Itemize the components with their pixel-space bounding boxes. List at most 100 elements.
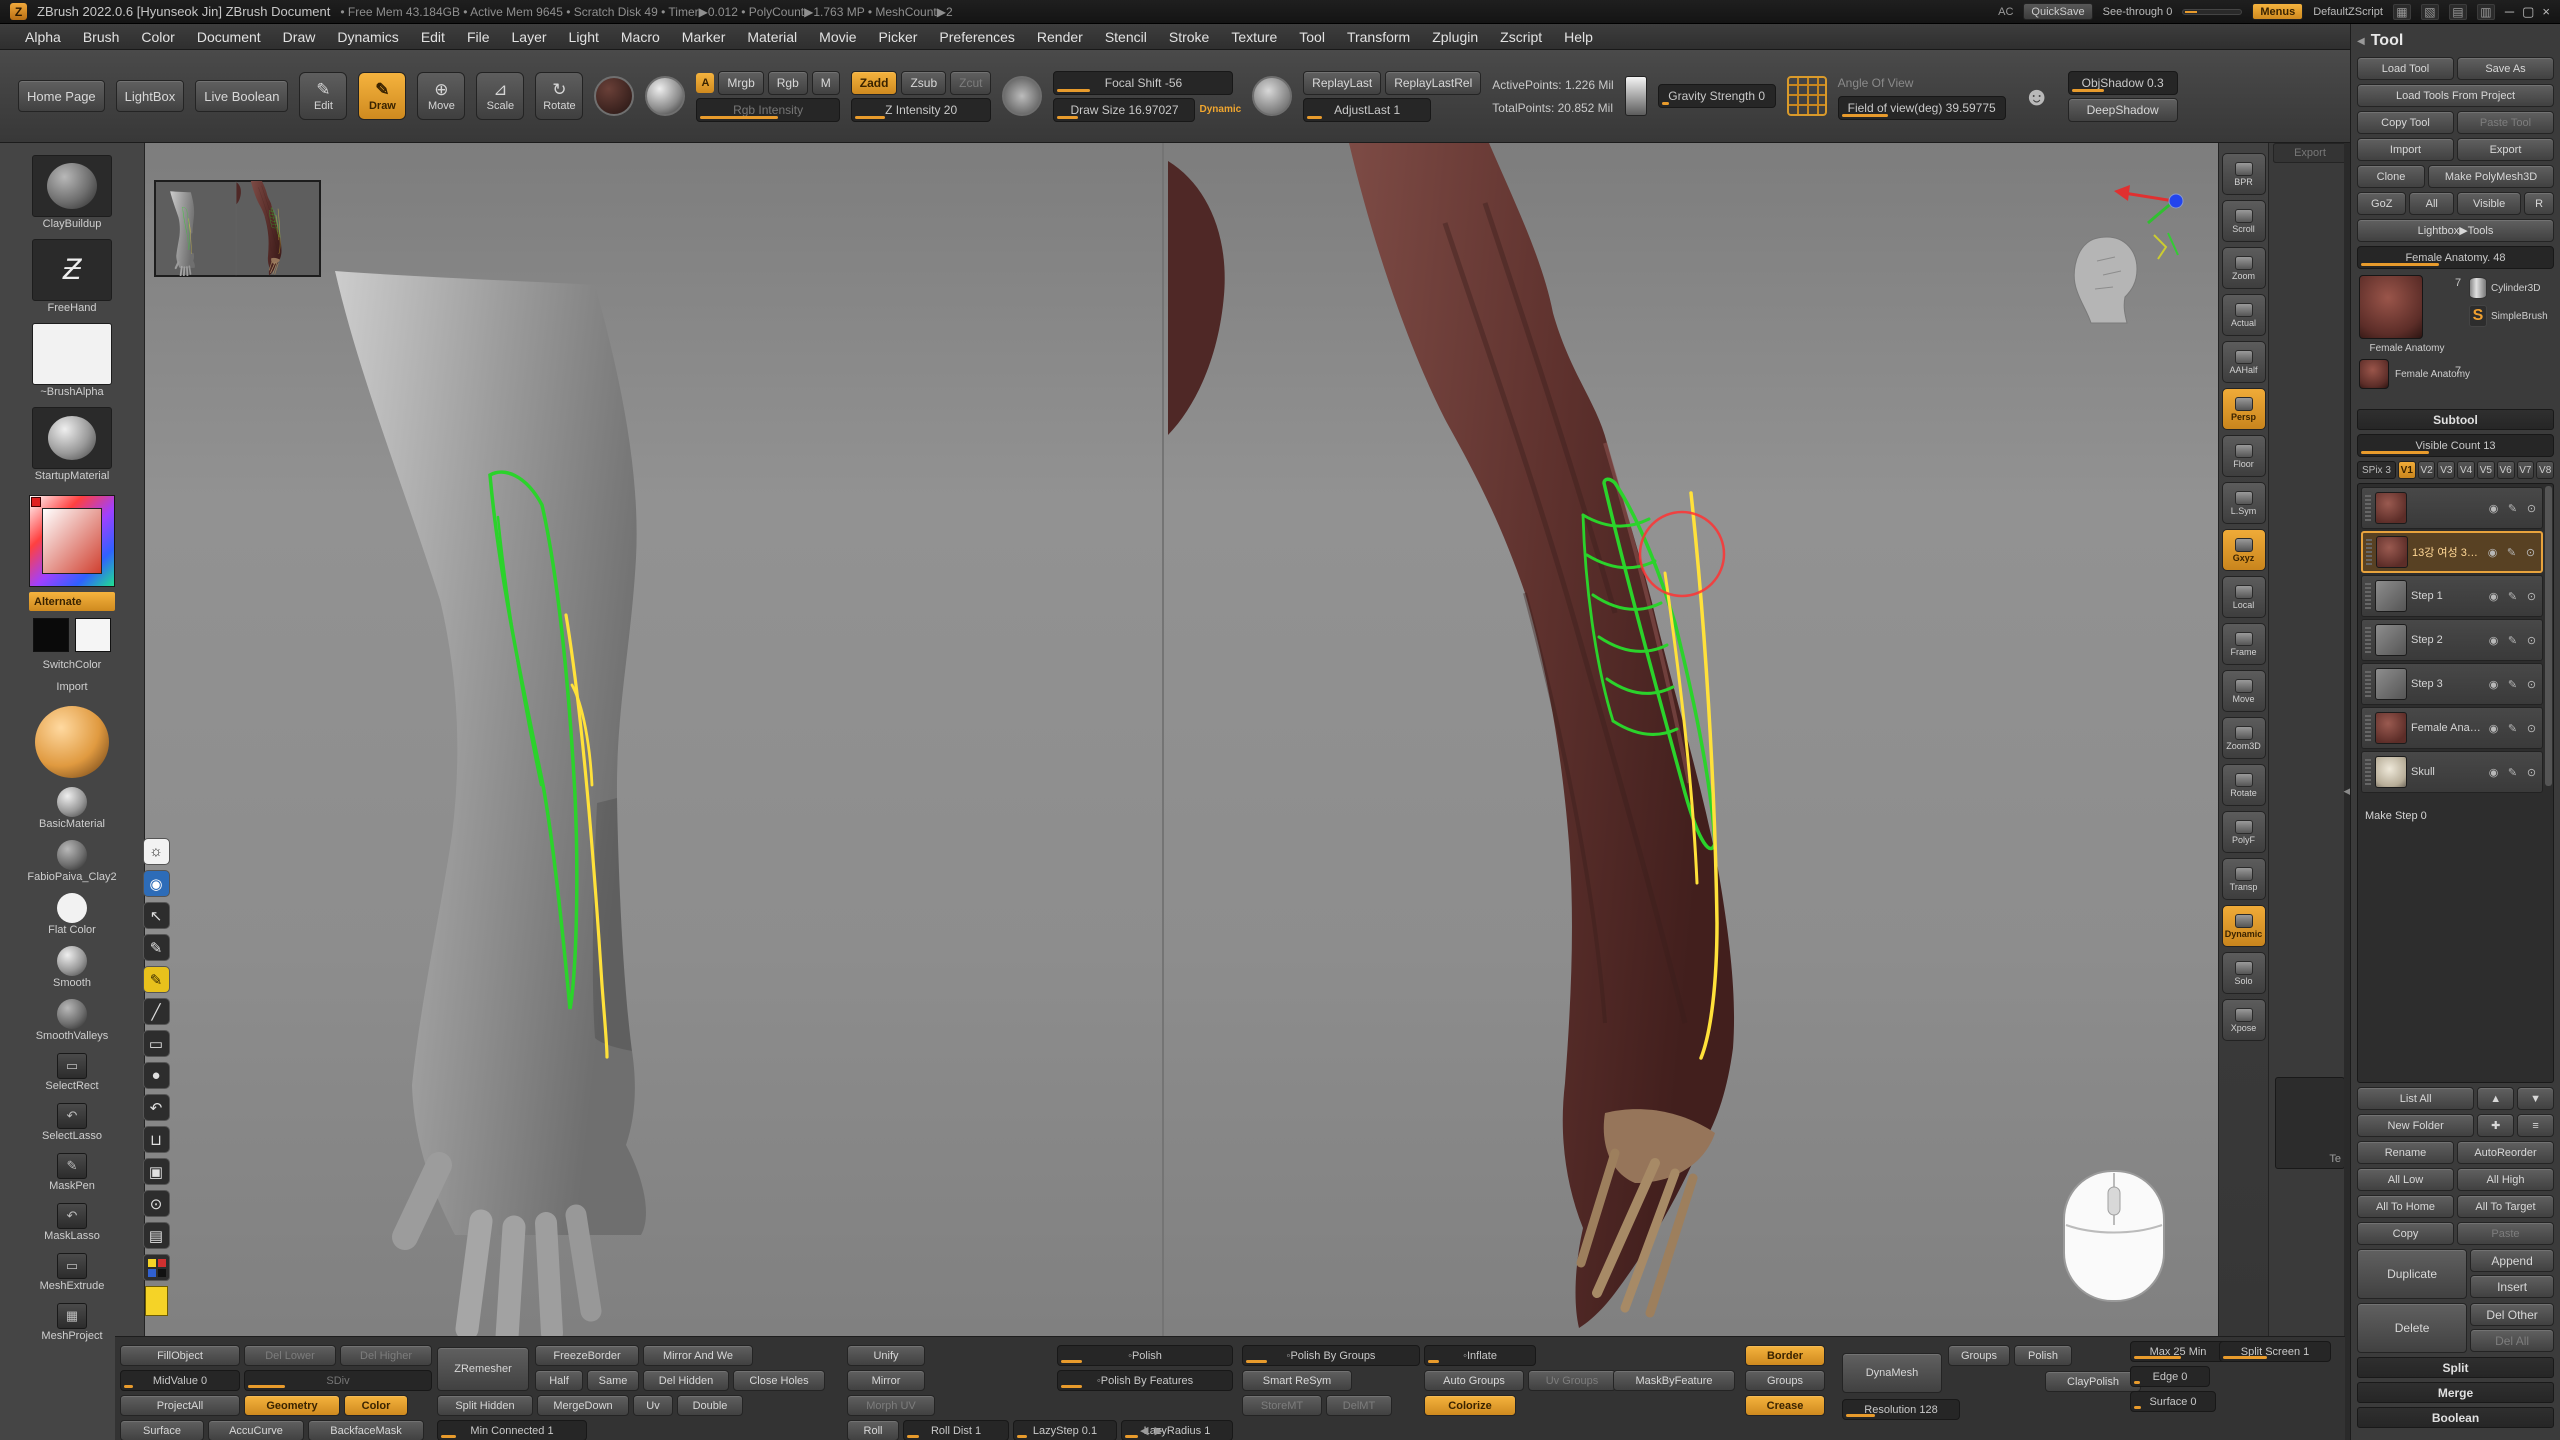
palette-icon[interactable] xyxy=(143,1254,170,1281)
all-to-target-button[interactable]: All To Target xyxy=(2457,1195,2554,1218)
mask-by-feature-button[interactable]: MaskByFeature xyxy=(1613,1370,1735,1391)
gravity-strength-slider[interactable]: Gravity Strength 0 xyxy=(1658,84,1776,108)
right-shelf-button[interactable]: Xpose xyxy=(2222,999,2266,1041)
focal-shift-slider[interactable]: Focal Shift -56 xyxy=(1053,71,1233,95)
menu-item[interactable]: Stroke xyxy=(1158,24,1220,50)
paint-toggle-icon[interactable]: ✎ xyxy=(2504,546,2519,559)
scale-mode-button[interactable]: ⊿Scale xyxy=(476,72,524,120)
subtool-row[interactable]: Step 1 ◉ ✎ ⊙ xyxy=(2361,575,2543,617)
roll-dist-slider[interactable]: Roll Dist 1 xyxy=(903,1420,1009,1440)
edge-slider[interactable]: Edge 0 xyxy=(2130,1366,2210,1387)
color-import-button[interactable]: Import xyxy=(2,680,142,694)
subtool-thumbnail[interactable] xyxy=(2375,668,2407,700)
surface-slider[interactable]: Surface 0 xyxy=(2130,1391,2216,1412)
paint-toggle-icon[interactable]: ✎ xyxy=(2505,502,2520,515)
rotate-mode-button[interactable]: ↻Rotate xyxy=(535,72,583,120)
mask-pen-icon[interactable]: ✎ xyxy=(57,1153,87,1179)
max-min-slider[interactable]: Max 25 Min xyxy=(2130,1341,2226,1362)
load-tools-from-project-button[interactable]: Load Tools From Project xyxy=(2357,84,2554,107)
all-high-button[interactable]: All High xyxy=(2457,1168,2554,1191)
adjust-last-slider[interactable]: AdjustLast 1 xyxy=(1303,98,1431,122)
right-shelf-button[interactable]: AAHalf xyxy=(2222,341,2266,383)
menu-item[interactable]: Alpha xyxy=(14,24,72,50)
menu-item[interactable]: Preferences xyxy=(928,24,1025,50)
menu-item[interactable]: Help xyxy=(1553,24,1604,50)
del-lower-button[interactable]: Del Lower xyxy=(244,1345,336,1366)
eye-icon[interactable]: ◉ xyxy=(143,870,170,897)
brush-smooth-valleys[interactable] xyxy=(57,999,87,1029)
subtool-row[interactable]: Step 3 ◉ ✎ ⊙ xyxy=(2361,663,2543,705)
visibility-eye-icon[interactable]: ◉ xyxy=(2485,546,2500,559)
export-button[interactable]: Export xyxy=(2457,138,2554,161)
pencil-icon[interactable]: ✎ xyxy=(143,966,170,993)
cursor-icon[interactable]: ↖ xyxy=(143,902,170,929)
menu-item[interactable]: Brush xyxy=(72,24,131,50)
menu-item[interactable]: File xyxy=(456,24,501,50)
undo-icon[interactable]: ↶ xyxy=(143,1094,170,1121)
resolution-slider[interactable]: Resolution 128 xyxy=(1842,1399,1960,1420)
fov-slider[interactable]: Field of view(deg) 39.59775 xyxy=(1838,96,2006,120)
light-icon[interactable]: ☼ xyxy=(143,838,170,865)
subtool-thumbnail[interactable] xyxy=(2375,712,2407,744)
subtool-row[interactable]: Skull ◉ ✎ ⊙ xyxy=(2361,751,2543,793)
lightbox-button[interactable]: LightBox xyxy=(116,80,185,112)
smart-resym-button[interactable]: Smart ReSym xyxy=(1242,1370,1352,1391)
subtool-row[interactable]: 13강 여성 3단계 바디 조각 - [심화... ◉ ✎ ⊙ xyxy=(2361,531,2543,573)
move-mode-button[interactable]: ⊕Move xyxy=(417,72,465,120)
close-icon[interactable]: × xyxy=(2542,4,2550,20)
clipboard-icon[interactable]: ▤ xyxy=(143,1222,170,1249)
texture-strip-button[interactable]: Export xyxy=(2273,143,2347,163)
pen-icon[interactable]: ✎ xyxy=(143,934,170,961)
current-color-swatch[interactable] xyxy=(594,76,634,116)
paint-toggle-icon[interactable]: ✎ xyxy=(2505,590,2520,603)
subtool-row[interactable]: Step 2 ◉ ✎ ⊙ xyxy=(2361,619,2543,661)
simplebrush-thumbnail[interactable]: S xyxy=(2469,305,2487,327)
menu-item[interactable]: Light xyxy=(558,24,610,50)
menu-item[interactable]: Tool xyxy=(1288,24,1336,50)
backface-mask-button[interactable]: BackfaceMask xyxy=(308,1420,424,1440)
del-other-button[interactable]: Del Other xyxy=(2470,1303,2554,1326)
anchor-badge[interactable]: A xyxy=(696,73,714,93)
copy-tool-button[interactable]: Copy Tool xyxy=(2357,111,2454,134)
lightbox-tools-button[interactable]: Lightbox▶Tools xyxy=(2357,219,2554,242)
texture-thumbnail[interactable] xyxy=(32,407,112,469)
color-picker[interactable] xyxy=(29,495,115,587)
menu-item[interactable]: Texture xyxy=(1220,24,1288,50)
switch-color-button[interactable]: SwitchColor xyxy=(2,658,142,672)
project-all-button[interactable]: ProjectAll xyxy=(120,1395,240,1416)
make-polymesh3d-button[interactable]: Make PolyMesh3D xyxy=(2428,165,2554,188)
brush-smooth[interactable] xyxy=(57,946,87,976)
screen-icon[interactable]: ▣ xyxy=(143,1158,170,1185)
replay-last-button[interactable]: ReplayLast xyxy=(1303,71,1381,95)
polish-slider[interactable]: Polish xyxy=(1057,1345,1233,1366)
del-higher-button[interactable]: Del Higher xyxy=(340,1345,432,1366)
dot-icon[interactable]: ● xyxy=(143,1062,170,1089)
view-tab[interactable]: V1 xyxy=(2398,461,2416,479)
active-material-sphere[interactable] xyxy=(35,706,109,778)
boolean-section-header[interactable]: Boolean xyxy=(2357,1407,2554,1428)
all-low-button[interactable]: All Low xyxy=(2357,1168,2454,1191)
list-all-button[interactable]: List All xyxy=(2357,1087,2474,1110)
crease-groups-button[interactable]: Groups xyxy=(1745,1370,1825,1391)
sdiv-slider[interactable]: SDiv xyxy=(244,1370,432,1391)
import-button[interactable]: Import xyxy=(2357,138,2454,161)
panel-collapse-icon[interactable]: ◀ xyxy=(2357,36,2365,47)
right-shelf-button[interactable]: Solo xyxy=(2222,952,2266,994)
subtool-row[interactable]: ◉ ✎ ⊙ xyxy=(2361,487,2543,529)
secondary-color-swatch[interactable] xyxy=(75,618,111,652)
rectangle-icon[interactable]: ▭ xyxy=(143,1030,170,1057)
select-lasso-icon[interactable]: ↶ xyxy=(57,1103,87,1129)
drag-handle-icon[interactable] xyxy=(2365,495,2371,521)
spix-button[interactable]: SPix 3 xyxy=(2357,461,2396,479)
right-shelf-button[interactable]: Transp xyxy=(2222,858,2266,900)
menu-item[interactable]: Material xyxy=(736,24,808,50)
deep-shadow-button[interactable]: DeepShadow xyxy=(2068,98,2178,122)
visibility-eye-icon[interactable]: ◉ xyxy=(2486,590,2501,603)
surface-button[interactable]: Surface xyxy=(120,1420,204,1440)
muscle-arm-model[interactable] xyxy=(1349,143,1734,1328)
see-through-slider[interactable] xyxy=(2182,9,2242,15)
scroll-right-icon[interactable]: ▶ xyxy=(1154,1425,1168,1437)
right-shelf-button[interactable]: BPR xyxy=(2222,153,2266,195)
min-connected-slider[interactable]: Min Connected 1 xyxy=(437,1420,587,1440)
lazy-radius-slider[interactable]: LazyRadius 1 xyxy=(1121,1420,1233,1440)
